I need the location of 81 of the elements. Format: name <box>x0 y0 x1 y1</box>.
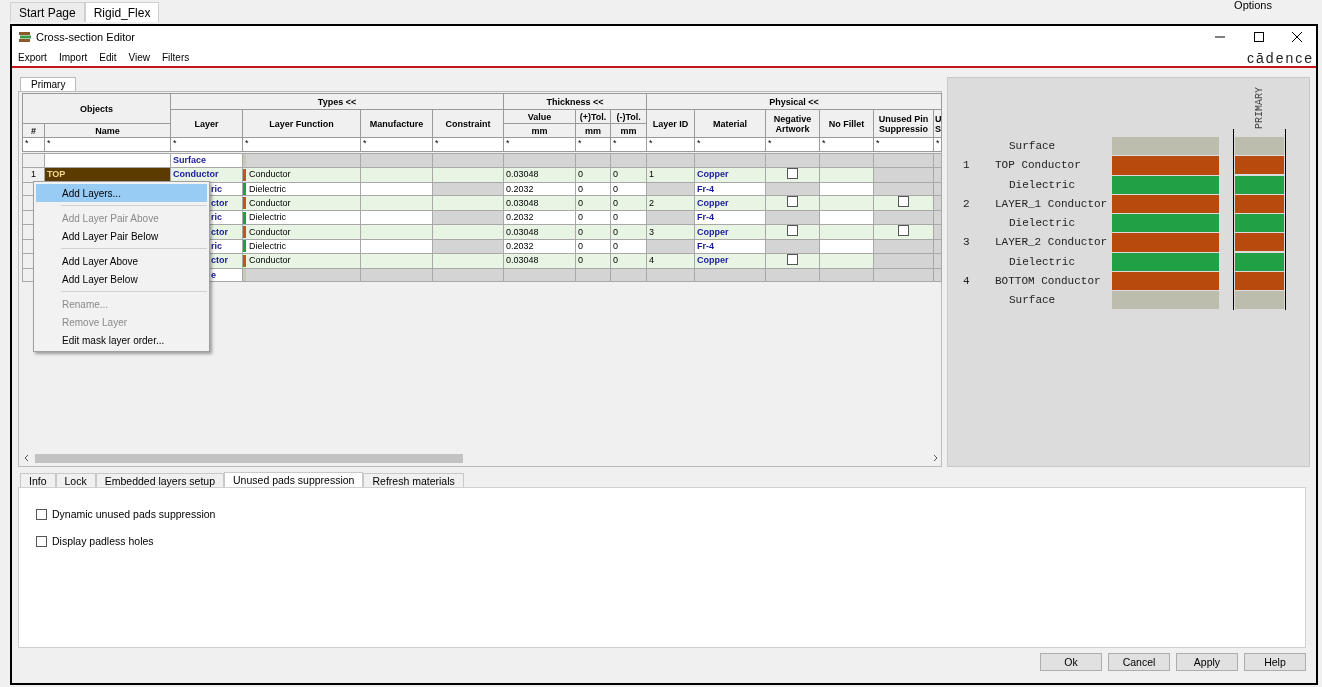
settings-tab[interactable]: Unused pads suppression <box>224 472 364 487</box>
layer-label: Dielectric <box>1009 255 1075 268</box>
layers-stack-icon <box>18 31 32 43</box>
layer-bar <box>1235 233 1284 252</box>
layer-bar <box>1235 271 1284 290</box>
column-header[interactable]: Unused Pin Suppressio <box>873 109 934 138</box>
checkbox[interactable] <box>787 253 799 265</box>
layer-function-text: Conductor <box>249 169 291 181</box>
layer-label: Dielectric <box>1009 178 1075 191</box>
dialog-button[interactable]: Apply <box>1176 653 1238 671</box>
column-header[interactable]: Material <box>694 109 766 138</box>
menu-item[interactable]: Import <box>58 49 88 65</box>
scrollbar-thumb[interactable] <box>35 453 463 463</box>
column-header[interactable]: U S <box>933 109 942 138</box>
close-icon[interactable] <box>1292 32 1302 42</box>
layer-bar <box>1235 156 1284 175</box>
document-tab[interactable]: Rigid_Flex <box>84 2 160 22</box>
layer-label: Surface <box>1009 294 1056 306</box>
layer-function-text: Dielectric <box>249 183 287 195</box>
layer-bar <box>1235 175 1284 194</box>
layer-label: LAYER_2 Conductor <box>995 236 1108 249</box>
layer-label: BOTTOM Conductor <box>995 274 1101 287</box>
column-group-header[interactable]: Physical << <box>646 93 942 110</box>
layer-function-text: Conductor <box>249 255 291 267</box>
column-group-header[interactable]: Objects <box>22 93 171 124</box>
layer-bar <box>1235 291 1284 309</box>
horizontal-scrollbar[interactable] <box>22 451 940 465</box>
menu-item[interactable]: View <box>128 49 150 65</box>
settings-tab[interactable]: Refresh materials <box>363 473 464 487</box>
layer-number: 2 <box>963 197 970 210</box>
document-tab[interactable]: Start Page <box>10 2 85 22</box>
column-label: PRIMARY <box>1253 86 1266 129</box>
window-title: Cross-section Editor <box>36 29 136 45</box>
column-header[interactable]: Constraint <box>432 109 504 138</box>
column-header[interactable]: Layer Function <box>242 109 361 138</box>
column-group-header[interactable]: Types << <box>170 93 504 110</box>
column-header[interactable]: Manufacture <box>360 109 433 138</box>
context-menu-item[interactable]: Edit mask layer order... <box>36 331 207 349</box>
column-group-header[interactable]: Thickness << <box>503 93 647 110</box>
checkbox[interactable] <box>787 167 799 179</box>
table-cell: Surface <box>170 153 243 168</box>
column-header[interactable]: Layer ID <box>646 109 695 138</box>
checkbox[interactable] <box>36 536 47 548</box>
maximize-icon[interactable] <box>1254 32 1264 42</box>
settings-tab[interactable]: Info <box>20 473 56 487</box>
checkbox[interactable] <box>898 196 910 208</box>
layer-bar <box>1235 137 1284 155</box>
menu-item[interactable]: Edit <box>99 49 117 65</box>
dialog-button[interactable]: Help <box>1244 653 1306 671</box>
logo: cādence <box>1247 48 1314 68</box>
options-label[interactable]: Options <box>1234 0 1272 11</box>
checkbox[interactable] <box>898 225 910 237</box>
context-menu-item[interactable]: Add Layers... <box>36 184 207 202</box>
checkbox[interactable] <box>787 225 799 237</box>
layer-bar <box>1235 252 1284 271</box>
layer-number: 1 <box>963 159 970 172</box>
layer-function-text: Conductor <box>249 197 291 209</box>
menu-item[interactable]: Filters <box>162 49 190 65</box>
checkbox[interactable] <box>787 196 799 208</box>
layer-label: Dielectric <box>1009 217 1075 229</box>
layer-function-text: Conductor <box>249 226 291 238</box>
layer-label: LAYER_1 Conductor <box>995 197 1108 210</box>
filter-field[interactable]: * <box>933 137 942 152</box>
dialog-button[interactable]: Cancel <box>1108 653 1170 671</box>
column-header[interactable]: Layer <box>170 109 243 138</box>
view-tab[interactable]: Primary <box>20 77 77 91</box>
layer-number: 3 <box>963 236 970 249</box>
layer-bar <box>1235 194 1284 213</box>
checkbox[interactable] <box>36 509 47 521</box>
layer-function-text: Dielectric <box>249 240 287 252</box>
layer-label: TOP Conductor <box>995 159 1081 172</box>
dialog-button[interactable]: Ok <box>1040 653 1102 671</box>
option-label[interactable]: Display padless holes <box>52 533 154 550</box>
option-label[interactable]: Dynamic unused pads suppression <box>52 507 216 523</box>
layer-number: 4 <box>963 274 970 287</box>
settings-tab[interactable]: Embedded layers setup <box>95 473 225 487</box>
settings-tab[interactable]: Lock <box>55 473 96 487</box>
layer-label: Surface <box>1009 140 1056 152</box>
menu-item[interactable]: Export <box>18 49 47 65</box>
layer-function-text: Dielectric <box>249 212 287 224</box>
layer-bar <box>1235 214 1284 232</box>
